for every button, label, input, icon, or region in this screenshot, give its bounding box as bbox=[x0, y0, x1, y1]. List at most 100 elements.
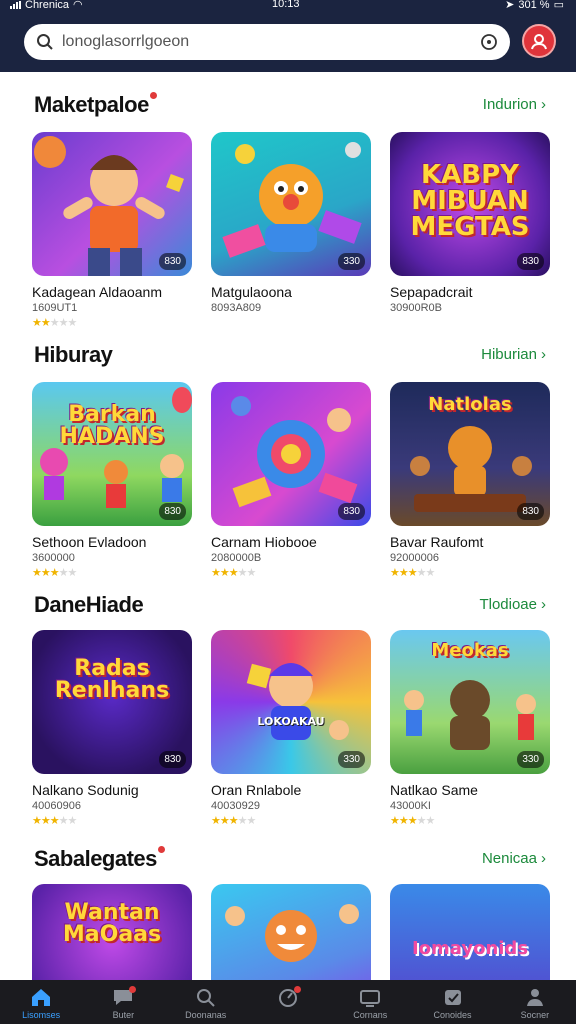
tab-games[interactable]: Conoides bbox=[411, 980, 493, 1024]
game-meta: 92000006 bbox=[390, 552, 439, 564]
tab-search[interactable]: Doonanas bbox=[165, 980, 247, 1024]
game-card[interactable]: Meokas 330 Natlkao Same 43000KI ★★★★★ bbox=[390, 630, 550, 827]
rating-stars: ★★★★★ bbox=[32, 317, 77, 329]
game-meta: 3600000 bbox=[32, 552, 75, 564]
game-title: Bavar Raufomt bbox=[390, 534, 484, 550]
rating-stars: ★★★★★ bbox=[32, 815, 77, 827]
top-header: lonoglasorrlgoeon bbox=[0, 14, 576, 72]
game-title: Sethoon Evladoon bbox=[32, 534, 147, 550]
game-meta: 40060906 bbox=[32, 800, 81, 812]
chevron-right-icon: › bbox=[541, 596, 546, 613]
thumbnail-title: Iomayonids bbox=[411, 938, 529, 959]
target-icon[interactable] bbox=[480, 33, 498, 51]
game-title: Kadagean Aldaoanm bbox=[32, 284, 162, 300]
thumbnail-title: Wantan MaOaas bbox=[62, 900, 162, 947]
tab-chat[interactable]: Buter bbox=[82, 980, 164, 1024]
game-title: Carnam Hiobooe bbox=[211, 534, 317, 550]
section-see-all-link[interactable]: Indurion › bbox=[483, 96, 546, 113]
chevron-right-icon: › bbox=[541, 346, 546, 363]
game-card[interactable]: KABPY MIBUAN MEGTAS 830 Sepapadcrait 309… bbox=[390, 132, 550, 314]
game-thumbnail bbox=[211, 884, 371, 980]
game-thumbnail: 830 bbox=[32, 132, 192, 276]
notification-dot bbox=[157, 846, 165, 853]
game-title: Matgulaoona bbox=[211, 284, 292, 300]
play-count-badge: 830 bbox=[159, 503, 186, 520]
game-thumbnail: 330 bbox=[211, 132, 371, 276]
game-meta: 1609UT1 bbox=[32, 302, 78, 314]
game-card[interactable]: LOKOAKAU 330 Oran Rnlabole 40030929 ★★★★… bbox=[211, 630, 371, 827]
game-thumbnail: Radas Renlhans 830 bbox=[32, 630, 192, 774]
game-meta: 2080000B bbox=[211, 552, 262, 564]
game-card[interactable]: 330 Matgulaoona 8093A809 bbox=[211, 132, 371, 314]
thumbnail-title: KABPY MIBUAN MEGTAS bbox=[410, 160, 530, 242]
game-thumbnail: KABPY MIBUAN MEGTAS 830 bbox=[390, 132, 550, 276]
section-see-all-link[interactable]: Hiburian › bbox=[481, 346, 546, 363]
rating-stars: ★★★★★ bbox=[32, 567, 77, 579]
main-content: Maketpaloe Indurion › 830 Kadagean Aldaoa… bbox=[0, 72, 576, 980]
gamepad-icon bbox=[441, 986, 465, 1008]
game-card[interactable]: Wantan MaOaas bbox=[32, 884, 192, 980]
game-thumbnail: Meokas 330 bbox=[390, 630, 550, 774]
search-bar[interactable]: lonoglasorrlgoeon bbox=[24, 24, 510, 60]
game-card[interactable]: Barkan HADANS 830 Sethoon Evladoon 36000… bbox=[32, 382, 192, 579]
tab-channels[interactable]: Cornans bbox=[329, 980, 411, 1024]
game-card[interactable]: Iomayonids bbox=[390, 884, 550, 980]
status-bar: Chrenica ◠ 10:13 ➤ 301 % ▭ bbox=[0, 0, 576, 14]
rating-stars: ★★★★★ bbox=[390, 815, 435, 827]
game-thumbnail: LOKOAKAU 330 bbox=[211, 630, 371, 774]
game-thumbnail: Iomayonids bbox=[390, 884, 550, 980]
thumbnail-title: LOKOAKAU bbox=[257, 715, 325, 728]
play-count-badge: 330 bbox=[517, 751, 544, 768]
profile-avatar[interactable] bbox=[522, 24, 556, 58]
game-card[interactable] bbox=[211, 884, 371, 980]
game-meta: 43000KI bbox=[390, 800, 431, 812]
search-icon bbox=[37, 34, 53, 50]
game-thumbnail: Barkan HADANS 830 bbox=[32, 382, 192, 526]
battery-level: 301 % bbox=[518, 0, 550, 11]
tab-dashboard[interactable] bbox=[247, 980, 329, 1024]
game-card[interactable]: Radas Renlhans 830 Nalkano Sodunig 40060… bbox=[32, 630, 192, 827]
location-icon: ➤ bbox=[505, 0, 515, 11]
game-card[interactable]: Natlolas 830 Bavar Raufomt 92000006 ★★★★… bbox=[390, 382, 550, 579]
wifi-icon: ◠ bbox=[73, 0, 83, 11]
play-count-badge: 830 bbox=[517, 253, 544, 270]
section-see-all-link[interactable]: Nenicaa › bbox=[482, 850, 546, 867]
game-title: Nalkano Sodunig bbox=[32, 782, 139, 798]
tv-icon bbox=[358, 986, 382, 1008]
play-count-badge: 830 bbox=[517, 503, 544, 520]
section-title: Hiburay bbox=[34, 342, 113, 367]
game-card[interactable]: 830 Kadagean Aldaoanm 1609UT1 ★★★★★ bbox=[32, 132, 192, 329]
rating-stars: ★★★★★ bbox=[211, 567, 256, 579]
status-time: 10:13 bbox=[272, 0, 300, 10]
rating-stars: ★★★★★ bbox=[211, 815, 256, 827]
game-meta: 8093A809 bbox=[211, 302, 262, 314]
tab-profile[interactable]: Socner bbox=[494, 980, 576, 1024]
chevron-right-icon: › bbox=[541, 96, 546, 113]
game-thumbnail: Natlolas 830 bbox=[390, 382, 550, 526]
game-meta: 40030929 bbox=[211, 800, 260, 812]
notification-dot bbox=[149, 92, 157, 99]
chevron-right-icon: › bbox=[541, 850, 546, 867]
play-count-badge: 830 bbox=[159, 253, 186, 270]
search-input[interactable]: lonoglasorrlgoeon bbox=[62, 33, 480, 51]
section-title: Maketpaloe bbox=[34, 92, 157, 118]
home-icon bbox=[29, 986, 53, 1008]
game-title: Natlkao Same bbox=[390, 782, 478, 798]
play-count-badge: 330 bbox=[338, 253, 365, 270]
section-see-all-link[interactable]: Tlodioae › bbox=[479, 596, 546, 613]
tab-home[interactable]: Lisomses bbox=[0, 980, 82, 1024]
thumbnail-title: Radas Renlhans bbox=[54, 656, 170, 703]
signal-icon bbox=[10, 0, 21, 9]
section-title: Sabalegates bbox=[34, 846, 165, 872]
battery-icon: ▭ bbox=[553, 0, 564, 11]
rating-stars: ★★★★★ bbox=[390, 567, 435, 579]
game-title: Oran Rnlabole bbox=[211, 782, 302, 798]
play-count-badge: 830 bbox=[338, 503, 365, 520]
section-title: DaneHiade bbox=[34, 592, 144, 617]
person-icon bbox=[523, 986, 547, 1008]
play-count-badge: 830 bbox=[159, 751, 186, 768]
game-title: Sepapadcrait bbox=[390, 284, 473, 300]
bottom-tab-bar: Lisomses Buter Doonanas Cornans Conoides… bbox=[0, 980, 576, 1024]
carrier-name: Chrenica bbox=[25, 0, 70, 11]
game-card[interactable]: 830 Carnam Hiobooe 2080000B ★★★★★ bbox=[211, 382, 371, 579]
